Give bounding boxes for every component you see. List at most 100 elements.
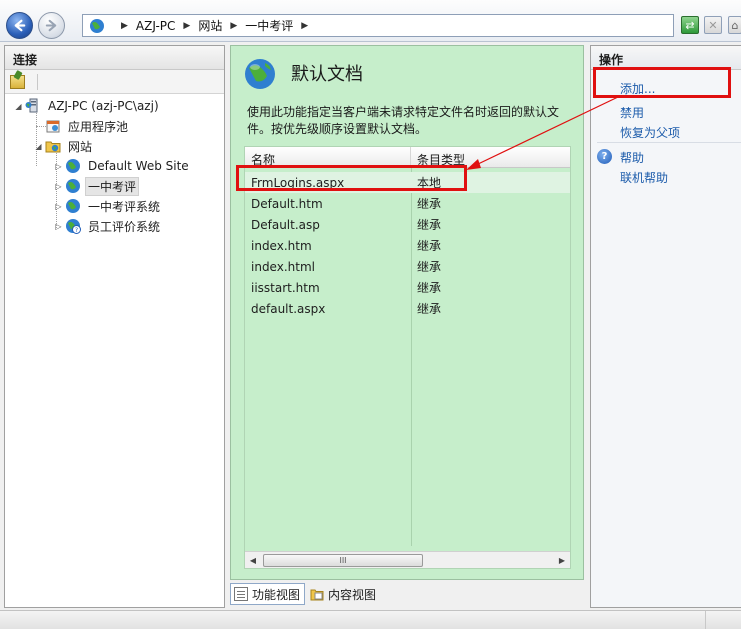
expand-icon[interactable]: ▷ bbox=[54, 222, 63, 231]
globe-icon bbox=[90, 18, 104, 33]
disable-action-link[interactable]: 禁用 bbox=[620, 104, 644, 121]
resize-grip[interactable] bbox=[705, 611, 741, 629]
list-body: FrmLogins.aspx 本地 Default.htm 继承 Default… bbox=[245, 168, 570, 546]
tree-item-employee-eval-system[interactable]: ▷ ? 员工评价系统 bbox=[54, 216, 163, 236]
tab-features-view[interactable]: 功能视图 bbox=[230, 583, 306, 605]
entry-type: 本地 bbox=[417, 176, 442, 190]
page-title: 默认文档 bbox=[291, 64, 363, 85]
horizontal-scrollbar[interactable]: ◀ III ▶ bbox=[245, 551, 570, 568]
tree-item-yizhong-kaoping-system[interactable]: ▷ 一中考评系统 bbox=[54, 196, 163, 216]
list-row[interactable]: iisstart.htm 继承 bbox=[245, 277, 570, 298]
breadcrumb-separator: ▶ bbox=[121, 20, 128, 31]
help-icon: ? bbox=[597, 149, 612, 164]
scroll-thumb[interactable]: III bbox=[263, 553, 423, 567]
document-name: Default.htm bbox=[251, 196, 323, 211]
back-button[interactable] bbox=[6, 12, 33, 39]
breadcrumb-separator: ▶ bbox=[230, 20, 238, 31]
svg-text:?: ? bbox=[75, 227, 78, 234]
connect-icon[interactable] bbox=[10, 74, 25, 89]
list-row[interactable]: FrmLogins.aspx 本地 bbox=[245, 172, 570, 193]
arrow-right-icon bbox=[45, 19, 57, 32]
scroll-left-icon[interactable]: ◀ bbox=[245, 556, 261, 565]
stop-icon[interactable]: ✕ bbox=[704, 16, 722, 34]
online-help-link[interactable]: 联机帮助 bbox=[620, 169, 668, 186]
entry-type: 继承 bbox=[417, 302, 442, 316]
entry-type: 继承 bbox=[417, 197, 442, 211]
tree-item-label: 一中考评系统 bbox=[88, 199, 161, 214]
revert-to-parent-link[interactable]: 恢复为父项 bbox=[620, 124, 680, 141]
document-name: FrmLogins.aspx bbox=[251, 175, 345, 190]
status-bar bbox=[0, 610, 741, 629]
actions-pane: 操作 添加... 禁用 恢复为父项 ? 帮助 联机帮助 bbox=[590, 45, 741, 608]
globe-icon bbox=[66, 179, 80, 193]
expand-icon[interactable]: ▷ bbox=[54, 162, 63, 171]
add-action-link[interactable]: 添加... bbox=[620, 80, 655, 97]
document-name: index.htm bbox=[251, 238, 312, 253]
arrow-left-icon bbox=[14, 19, 26, 32]
breadcrumb-separator: ▶ bbox=[183, 20, 191, 31]
document-name: iisstart.htm bbox=[251, 280, 320, 295]
list-row[interactable]: default.aspx 继承 bbox=[245, 298, 570, 319]
forward-button[interactable] bbox=[38, 12, 65, 39]
refresh-icon[interactable]: ⇄ bbox=[681, 16, 699, 34]
tree-item-label: AZJ-PC (azj-PC\azj) bbox=[48, 99, 159, 113]
tree-item-sites[interactable]: ◢ 网站 bbox=[34, 136, 95, 156]
breadcrumb-dropdown[interactable]: ▶ bbox=[301, 21, 308, 31]
view-tabs: 功能视图 内容视图 bbox=[230, 582, 382, 606]
default-documents-list[interactable]: 名称 条目类型 FrmLogins.aspx 本地 Default.htm 继承… bbox=[244, 146, 571, 569]
list-row[interactable]: index.html 继承 bbox=[245, 256, 570, 277]
tree-item-label: 应用程序池 bbox=[68, 119, 129, 134]
connections-header: 连接 bbox=[5, 46, 224, 70]
tree-item-label: 网站 bbox=[68, 139, 93, 154]
expand-icon[interactable]: ▷ bbox=[54, 202, 63, 211]
tree-item-yizhong-kaoping[interactable]: ▷ 一中考评 bbox=[54, 176, 140, 196]
feature-description: 使用此功能指定当客户端未请求特定文件名时返回的默认文件。按优先级顺序设置默认文档… bbox=[247, 105, 560, 136]
tab-label: 功能视图 bbox=[252, 587, 301, 602]
toolbar-divider bbox=[37, 73, 38, 90]
scroll-track[interactable]: III bbox=[261, 553, 554, 567]
breadcrumb-sites[interactable]: 网站 bbox=[198, 17, 222, 34]
column-header-entry-type[interactable]: 条目类型 bbox=[411, 147, 570, 167]
globe-icon bbox=[66, 199, 80, 213]
document-name: default.aspx bbox=[251, 301, 326, 316]
app-pool-icon bbox=[46, 120, 60, 133]
breadcrumb-server[interactable]: AZJ-PC bbox=[136, 19, 176, 33]
navigation-bar: ▶ AZJ-PC ▶ 网站 ▶ 一中考评 ▶ ⇄ ✕ ⌂ bbox=[0, 0, 741, 42]
tree-item-label: Default Web Site bbox=[88, 159, 189, 173]
scroll-right-icon[interactable]: ▶ bbox=[554, 556, 570, 565]
list-row[interactable]: Default.asp 继承 bbox=[245, 214, 570, 235]
tree-item-label: 员工评价系统 bbox=[88, 219, 161, 234]
list-header: 名称 条目类型 bbox=[245, 147, 570, 168]
connections-pane: 连接 ◢ AZJ-PC (azj-PC\azj) 应用程序池 ◢ 网站 ▷ De… bbox=[4, 45, 225, 608]
tree-item-label: 一中考评 bbox=[85, 176, 140, 196]
collapse-icon[interactable]: ◢ bbox=[34, 142, 43, 151]
document-name: Default.asp bbox=[251, 217, 320, 232]
sites-folder-icon bbox=[45, 141, 61, 153]
list-row[interactable]: index.htm 继承 bbox=[245, 235, 570, 256]
tree-item-default-web-site[interactable]: ▷ Default Web Site bbox=[54, 156, 192, 176]
entry-type: 继承 bbox=[417, 218, 442, 232]
breadcrumb-site[interactable]: 一中考评 bbox=[245, 17, 293, 34]
connections-tree: ◢ AZJ-PC (azj-PC\azj) 应用程序池 ◢ 网站 ▷ Defau… bbox=[5, 94, 224, 234]
collapse-icon[interactable]: ◢ bbox=[14, 102, 23, 111]
globe-icon bbox=[66, 159, 80, 173]
tab-label: 内容视图 bbox=[328, 587, 377, 602]
server-icon bbox=[25, 98, 38, 113]
address-bar[interactable]: ▶ AZJ-PC ▶ 网站 ▶ 一中考评 ▶ bbox=[82, 14, 674, 37]
entry-type: 继承 bbox=[417, 239, 442, 253]
tree-item-app-pools[interactable]: 应用程序池 bbox=[45, 116, 131, 136]
column-header-name[interactable]: 名称 bbox=[245, 147, 411, 167]
home-icon[interactable]: ⌂ bbox=[728, 16, 741, 34]
list-row[interactable]: Default.htm 继承 bbox=[245, 193, 570, 214]
connections-toolbar bbox=[5, 70, 224, 94]
actions-divider bbox=[597, 142, 741, 143]
document-name: index.html bbox=[251, 259, 315, 274]
actions-header: 操作 bbox=[591, 46, 741, 70]
expand-icon[interactable]: ▷ bbox=[54, 182, 63, 191]
globe-icon bbox=[245, 59, 275, 89]
content-view-icon bbox=[310, 589, 324, 601]
tree-item-server[interactable]: ◢ AZJ-PC (azj-PC\azj) bbox=[14, 96, 162, 116]
features-view-icon bbox=[234, 587, 248, 601]
help-link[interactable]: 帮助 bbox=[620, 149, 644, 166]
tab-content-view[interactable]: 内容视图 bbox=[307, 583, 380, 605]
